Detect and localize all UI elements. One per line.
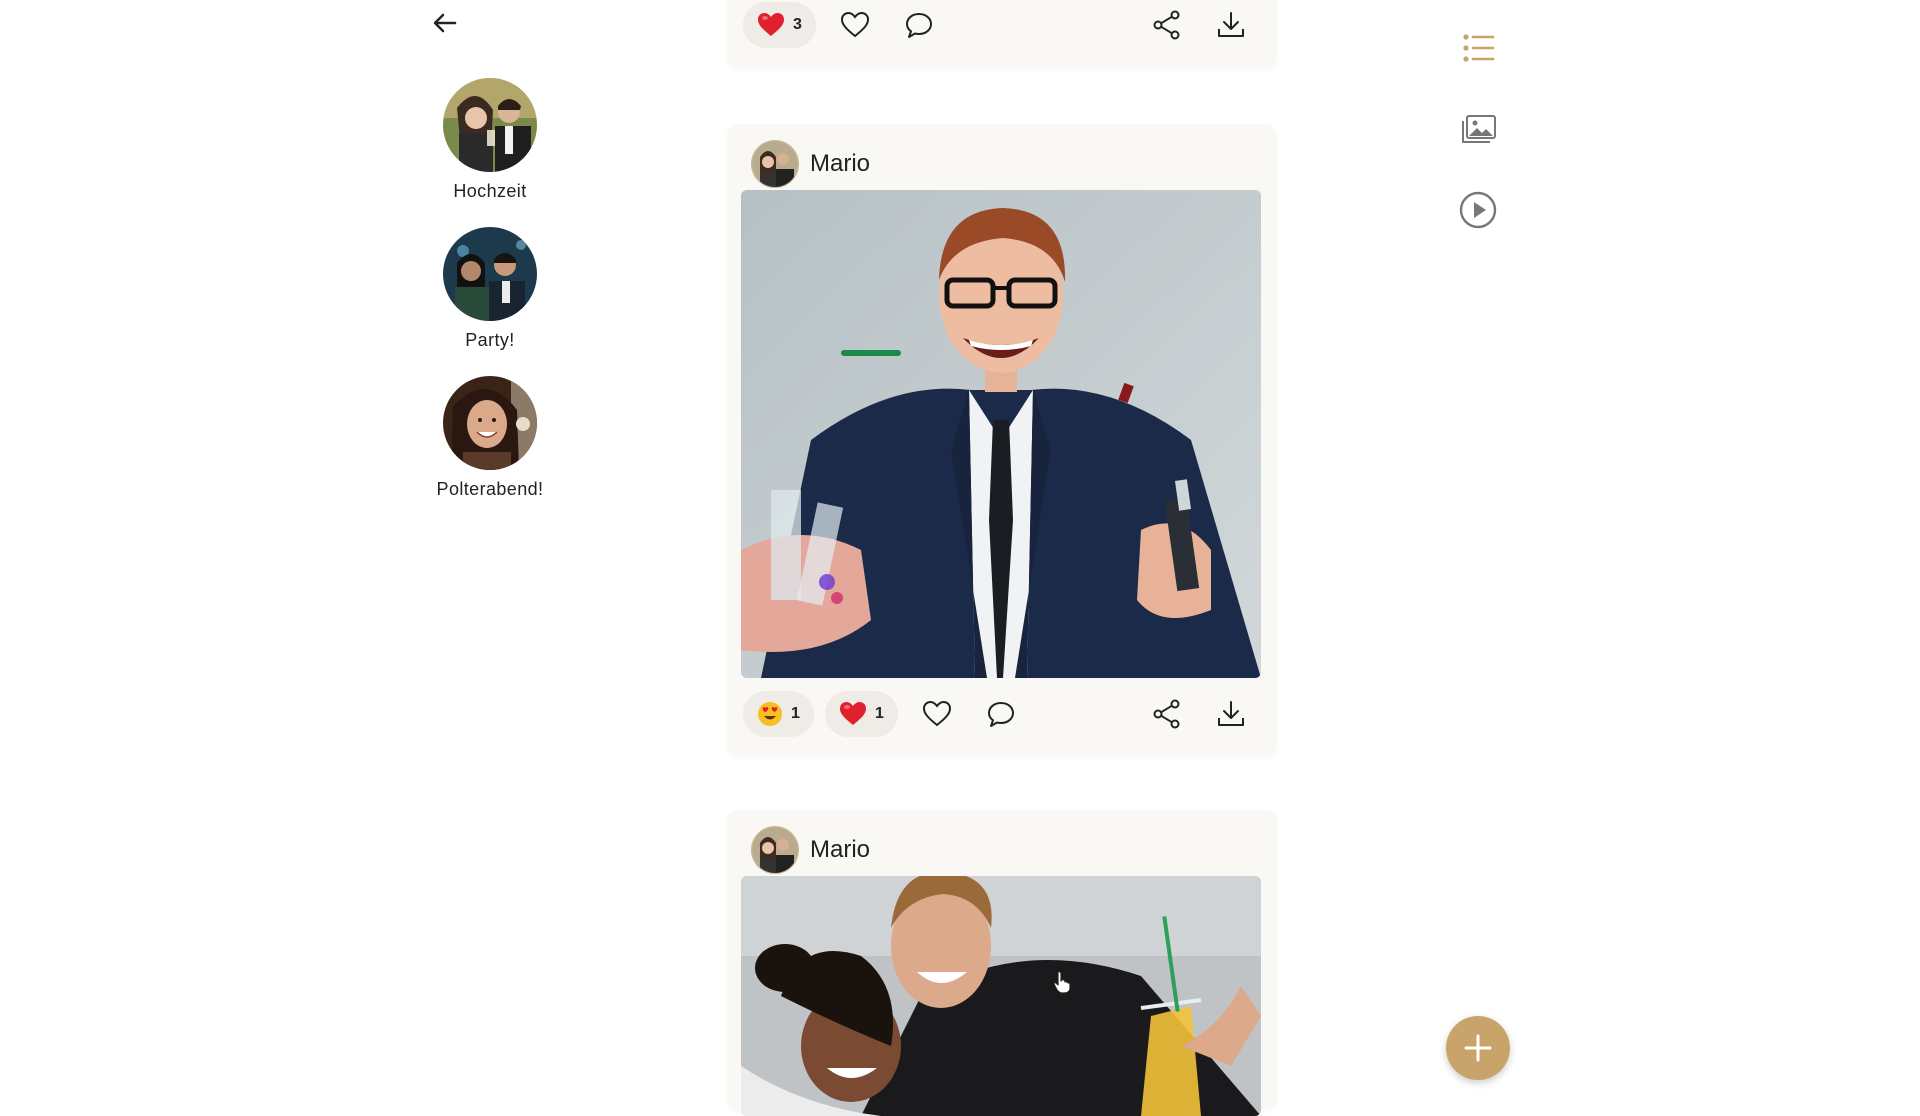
- like-heart-outline-icon[interactable]: [921, 698, 953, 730]
- reaction-count: 1: [791, 705, 800, 722]
- album-list: Hochzeit Party! Polterabend!: [420, 78, 560, 525]
- album-hochzeit[interactable]: Hochzeit: [420, 78, 560, 202]
- back-button[interactable]: [430, 8, 460, 38]
- gallery-icon: [1462, 115, 1496, 143]
- album-name: Party!: [465, 330, 515, 350]
- play-icon: [1459, 191, 1497, 229]
- list-view-button[interactable]: [1458, 28, 1498, 68]
- plus-icon: [1464, 1034, 1492, 1062]
- list-icon: [1463, 34, 1495, 62]
- download-icon[interactable]: [1215, 698, 1247, 730]
- post-card: 3: [727, 0, 1277, 68]
- post-photo[interactable]: [741, 876, 1261, 1116]
- post-actions: 1 1: [727, 689, 1277, 739]
- download-icon[interactable]: [1215, 9, 1247, 41]
- post-card: Mario: [727, 810, 1277, 1116]
- share-icon[interactable]: [1151, 9, 1183, 41]
- reaction-count: 3: [793, 16, 802, 33]
- heart-icon: [758, 13, 784, 36]
- album-name: Polterabend!: [436, 479, 544, 499]
- arrow-left-icon: [433, 13, 457, 33]
- post-header: Mario: [751, 140, 870, 188]
- gallery-view-button[interactable]: [1458, 110, 1498, 150]
- author-avatar[interactable]: [751, 826, 799, 874]
- share-icon[interactable]: [1151, 698, 1183, 730]
- reaction-heart-eyes[interactable]: 1: [743, 691, 814, 737]
- post-photo[interactable]: [741, 190, 1261, 678]
- comment-icon[interactable]: [903, 9, 935, 41]
- post-card: Mario: [727, 124, 1277, 756]
- album-name: Hochzeit: [453, 181, 527, 201]
- comment-icon[interactable]: [985, 698, 1017, 730]
- album-polterabend[interactable]: Polterabend!: [420, 376, 560, 500]
- add-button[interactable]: [1446, 1016, 1510, 1080]
- album-avatar: [443, 78, 537, 172]
- hand-cursor-icon: [1053, 971, 1071, 994]
- heart-icon: [840, 702, 866, 725]
- album-avatar: [443, 376, 537, 470]
- like-heart-outline-icon[interactable]: [839, 9, 871, 41]
- post-header: Mario: [751, 826, 870, 874]
- album-party[interactable]: Party!: [420, 227, 560, 351]
- album-avatar: [443, 227, 537, 321]
- author-name: Mario: [810, 836, 871, 863]
- post-actions: 3: [727, 0, 1277, 50]
- video-view-button[interactable]: [1458, 190, 1498, 230]
- author-name: Mario: [810, 150, 871, 177]
- author-avatar[interactable]: [751, 140, 799, 188]
- reaction-heart[interactable]: 3: [743, 2, 816, 48]
- heart-eyes-emoji-icon: [758, 702, 782, 726]
- reaction-count: 1: [875, 705, 884, 722]
- reaction-heart[interactable]: 1: [825, 691, 898, 737]
